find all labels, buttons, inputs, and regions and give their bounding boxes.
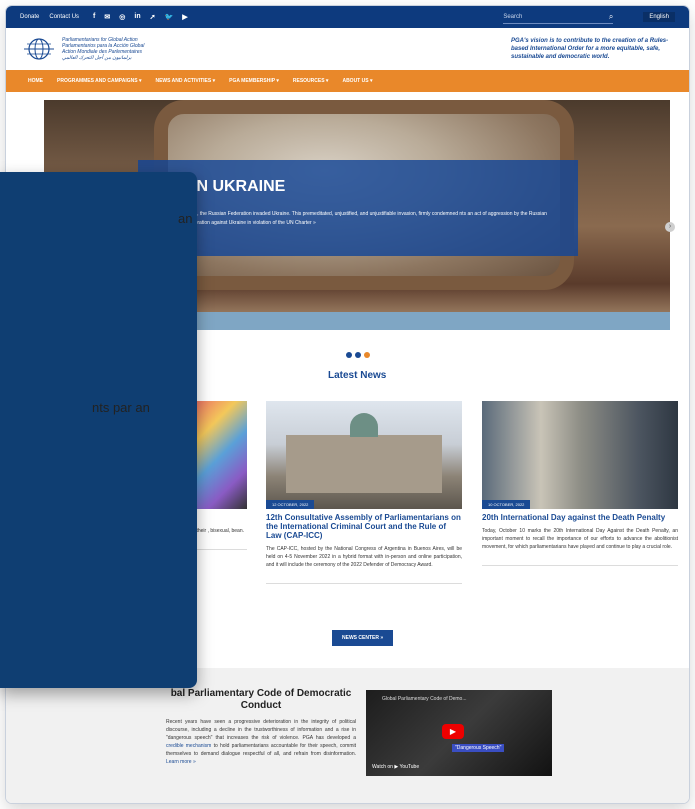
overlay-text: an bbox=[178, 211, 193, 226]
nav-home[interactable]: HOME bbox=[28, 78, 43, 84]
news-card[interactable]: 10 OCTOBER, 2022 20th International Day … bbox=[482, 401, 678, 566]
code-section: bal Parliamentary Code of Democratic Con… bbox=[6, 668, 689, 803]
carousel-dot[interactable] bbox=[346, 352, 352, 358]
linkedin-icon[interactable]: in bbox=[134, 13, 140, 21]
news-image[interactable]: 10 OCTOBER, 2022 bbox=[482, 401, 678, 509]
latest-news-heading: Latest News bbox=[328, 370, 387, 381]
email-icon[interactable]: ✉ bbox=[104, 13, 110, 21]
search-icon[interactable]: ⌕ bbox=[609, 12, 613, 22]
twitter-icon[interactable]: 🐦 bbox=[164, 13, 173, 21]
nav-news[interactable]: NEWS AND ACTIVITIES ▾ bbox=[155, 78, 215, 84]
youtube-icon[interactable]: ▶ bbox=[182, 13, 187, 21]
hero-text: 2022, the Russian Federation invaded Ukr… bbox=[186, 211, 547, 226]
news-center-button[interactable]: NEWS CENTER » bbox=[332, 630, 394, 646]
news-title[interactable]: 20th International Day against the Death… bbox=[482, 513, 678, 522]
congress-dome bbox=[350, 413, 378, 437]
video-badge: "Dangerous Speech" bbox=[452, 744, 505, 752]
news-text: The CAP-ICC, hosted by the National Cong… bbox=[266, 546, 462, 568]
nav-about[interactable]: ABOUT US ▾ bbox=[342, 78, 372, 84]
learn-more-link[interactable]: Learn more » bbox=[166, 759, 196, 765]
nav-programmes[interactable]: PROGRAMMES AND CAMPAIGNS ▾ bbox=[57, 78, 141, 84]
hero-title[interactable]: IN UKRAINE bbox=[192, 178, 285, 196]
news-date: 12 OCTOBER, 2022 bbox=[266, 500, 315, 509]
carousel-dot[interactable] bbox=[355, 352, 361, 358]
congress-building bbox=[286, 435, 442, 493]
facebook-icon[interactable]: f bbox=[93, 13, 95, 21]
play-icon[interactable]: ▶ bbox=[442, 724, 464, 739]
main-nav: HOME PROGRAMMES AND CAMPAIGNS ▾ NEWS AND… bbox=[6, 70, 689, 92]
logo[interactable]: Parliamentarians for Global Action Parla… bbox=[24, 37, 144, 61]
news-date: 10 OCTOBER, 2022 bbox=[482, 500, 531, 509]
code-title: bal Parliamentary Code of Democratic Con… bbox=[170, 688, 352, 711]
news-title[interactable]: 12th Consultative Assembly of Parliament… bbox=[266, 513, 462, 540]
nav-membership[interactable]: PGA MEMBERSHIP ▾ bbox=[229, 78, 279, 84]
video-title: Global Parliamentary Code of Demo... bbox=[382, 696, 467, 702]
vision-tagline: PGA's vision is to contribute to the cre… bbox=[511, 38, 669, 60]
hero-caption-box[interactable]: IN UKRAINE 2022, the Russian Federation … bbox=[138, 160, 578, 256]
carousel-dots bbox=[346, 352, 370, 358]
news-image[interactable]: 12 OCTOBER, 2022 bbox=[266, 401, 462, 509]
site-header: Parliamentarians for Global Action Parla… bbox=[6, 28, 689, 70]
globe-logo-icon bbox=[24, 38, 54, 60]
search-placeholder: Search bbox=[503, 13, 523, 20]
carousel-next-icon[interactable]: › bbox=[665, 222, 675, 232]
donate-link[interactable]: Donate bbox=[20, 14, 39, 20]
language-select[interactable]: English bbox=[643, 12, 675, 22]
logo-text: Parliamentarians for Global Action Parla… bbox=[62, 37, 144, 61]
overlay-text: nts par an bbox=[92, 400, 150, 415]
carousel-dot-active[interactable] bbox=[364, 352, 370, 358]
instagram-icon[interactable]: ◎ bbox=[119, 13, 125, 21]
news-text: Today, October 10 marks the 20th Interna… bbox=[482, 528, 678, 550]
news-card[interactable]: 12 OCTOBER, 2022 12th Consultative Assem… bbox=[266, 401, 462, 584]
video-embed[interactable]: Global Parliamentary Code of Demo... ▶ "… bbox=[366, 690, 552, 776]
contact-link[interactable]: Contact Us bbox=[49, 14, 79, 20]
logo-line: برلمانيون من أجل التحرك العالمي bbox=[62, 55, 132, 61]
search-input[interactable]: Search ⌕ bbox=[503, 10, 614, 24]
rss-icon[interactable]: ➚ bbox=[150, 13, 156, 21]
code-text: Recent years have seen a progressive det… bbox=[166, 718, 356, 766]
divider bbox=[266, 583, 462, 584]
overlay-panel bbox=[0, 172, 197, 688]
divider bbox=[482, 565, 678, 566]
code-body: Recent years have seen a progressive det… bbox=[166, 719, 356, 741]
mechanism-link[interactable]: credible mechanism bbox=[166, 743, 211, 749]
social-links: f ✉ ◎ in ➚ 🐦 ▶ bbox=[93, 13, 188, 21]
youtube-link[interactable]: Watch on ▶ YouTube bbox=[372, 764, 419, 770]
top-bar: Donate Contact Us f ✉ ◎ in ➚ 🐦 ▶ Search … bbox=[6, 6, 689, 28]
nav-resources[interactable]: RESOURCES ▾ bbox=[293, 78, 329, 84]
